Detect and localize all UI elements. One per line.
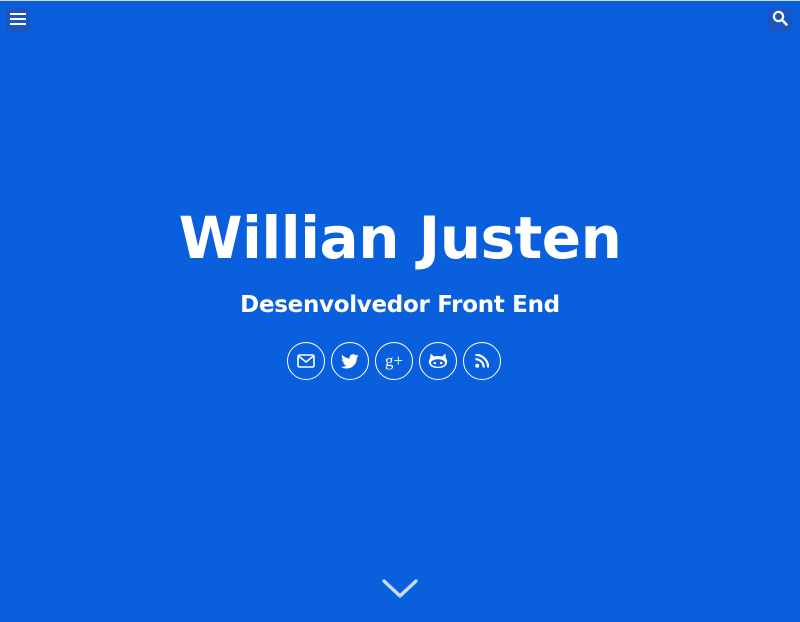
- social-link-rss[interactable]: [463, 342, 501, 380]
- google-plus-glyph: g+: [385, 352, 403, 370]
- social-link-github[interactable]: [419, 342, 457, 380]
- hamburger-menu-icon: [10, 11, 26, 30]
- top-border: [0, 0, 800, 1]
- subtitle: Desenvolvedor Front End: [240, 292, 560, 318]
- mail-icon: [297, 354, 315, 368]
- social-link-google-plus[interactable]: g+: [375, 342, 413, 380]
- scroll-down-button[interactable]: [380, 578, 420, 604]
- chevron-down-icon: [381, 578, 419, 604]
- social-link-twitter[interactable]: [331, 342, 369, 380]
- page-title: Willian Justen: [178, 204, 622, 272]
- social-links: g+: [287, 342, 501, 380]
- social-link-email[interactable]: [287, 342, 325, 380]
- google-plus-icon: g+: [383, 352, 405, 370]
- rss-icon: [475, 354, 489, 368]
- hero: Willian Justen Desenvolvedor Front End: [0, 198, 800, 322]
- search-icon: [772, 10, 788, 30]
- twitter-icon: [341, 353, 359, 369]
- github-icon: [428, 352, 448, 370]
- search-button[interactable]: [768, 8, 792, 32]
- menu-button[interactable]: [6, 8, 30, 32]
